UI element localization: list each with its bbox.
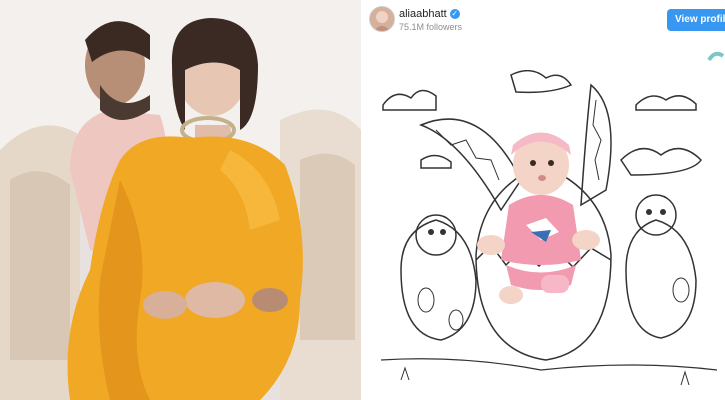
couple-photo [0,0,361,400]
instagram-embed: aliaabhatt✓ 75.1M followers View profile [363,0,725,400]
profile-username[interactable]: aliaabhatt ✓ [399,8,460,20]
view-profile-button[interactable]: View profile [667,9,725,31]
follower-count: 75.1M followers [399,22,463,32]
avatar-image [370,7,394,31]
coloring-page-illustration [380,69,718,400]
post-header: aliaabhatt✓ 75.1M followers View profile [363,0,725,44]
username-text[interactable]: aliaabhatt [399,8,447,20]
profile-avatar[interactable] [369,6,395,32]
post-image[interactable] [380,69,718,400]
couple-photo-illustration [0,0,361,400]
verified-badge-icon: ✓ [449,9,460,20]
corner-decoration-icon [707,48,725,66]
